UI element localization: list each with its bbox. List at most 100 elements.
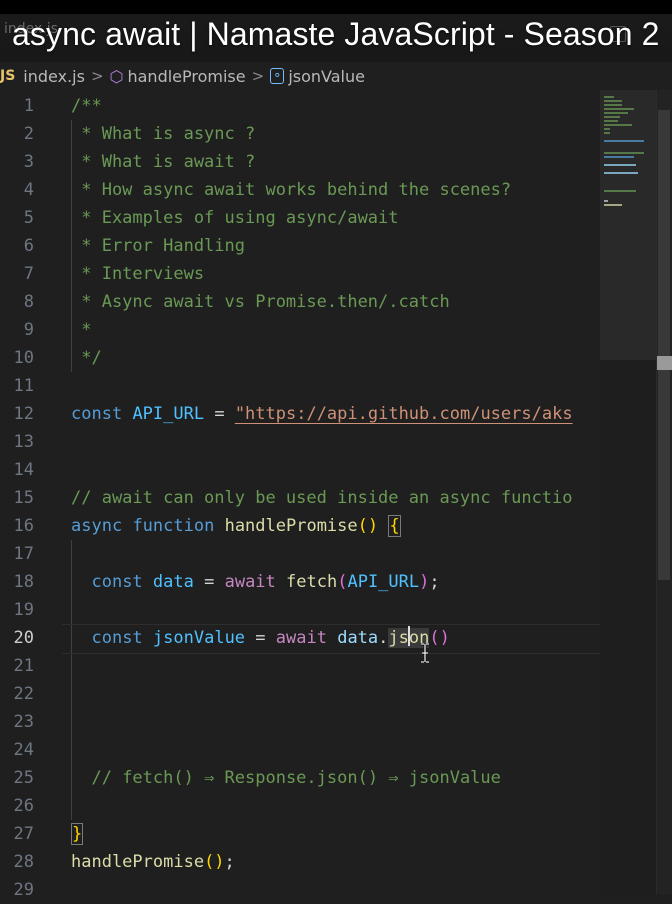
- minimap-line: [604, 200, 608, 202]
- minimap-line: [604, 124, 632, 126]
- line-number: 5: [23, 208, 34, 228]
- string-url: "https://api.github.com/users/aks: [234, 404, 573, 424]
- breadcrumb-symbol[interactable]: jsonValue: [288, 67, 365, 86]
- minimap-line: [604, 204, 622, 206]
- mouse-ibeam-icon: [421, 643, 429, 663]
- line-number: 9: [23, 320, 34, 340]
- breadcrumb-function[interactable]: handlePromise: [127, 67, 245, 86]
- line-number: 10: [13, 348, 34, 368]
- line-number: 26: [13, 796, 34, 816]
- minimap-line: [604, 108, 634, 110]
- line-number: 27: [13, 824, 34, 844]
- operator-assign: =: [204, 404, 235, 424]
- operator-assign: =: [245, 628, 276, 648]
- line-number: 28: [13, 852, 34, 872]
- code-line-12[interactable]: const API_URL = "https://api.github.com/…: [71, 400, 573, 428]
- identifier-json-value: jsonValue: [152, 628, 246, 648]
- close-paren: ): [419, 572, 430, 592]
- line-number: 21: [13, 656, 34, 676]
- code-line-18[interactable]: const data = await fetch(API_URL);: [71, 568, 440, 596]
- identifier-data: data: [152, 572, 194, 592]
- semicolon: ;: [429, 572, 440, 592]
- line-number: 8: [23, 292, 34, 312]
- line-number: 22: [13, 684, 34, 704]
- keyword-const: const: [91, 572, 143, 592]
- breadcrumb: JS index.js > ⬡ handlePromise > ∘ jsonVa…: [0, 62, 672, 90]
- minimap-line: [604, 128, 610, 130]
- paren-pair: (): [357, 516, 379, 536]
- minimap-slider[interactable]: [600, 90, 656, 360]
- line-number: 6: [23, 236, 34, 256]
- code-line-8[interactable]: * Async await vs Promise.then/.catch: [71, 288, 449, 316]
- minimap-line: [604, 156, 634, 158]
- line-number: 14: [13, 460, 34, 480]
- function-call-handle-promise: handlePromise: [71, 852, 205, 872]
- code-line-6[interactable]: * Error Handling: [71, 232, 245, 260]
- line-number: 1: [23, 96, 34, 116]
- code-line-28[interactable]: handlePromise();: [71, 848, 235, 876]
- line-number: 7: [23, 264, 34, 284]
- code-line-10[interactable]: */: [71, 344, 101, 372]
- minimap-line: [604, 190, 636, 192]
- line-number: 3: [23, 152, 34, 172]
- line-number: 2: [23, 124, 34, 144]
- line-number: 17: [13, 544, 34, 564]
- chevron-right-icon: >: [90, 67, 104, 85]
- function-fetch: fetch: [286, 572, 338, 592]
- code-line-27[interactable]: }: [71, 820, 84, 848]
- chevron-right-icon: >: [251, 67, 265, 85]
- line-number: 16: [13, 516, 34, 536]
- code-line-25[interactable]: // fetch() ⇒ Response.json() ⇒ jsonValue: [71, 764, 500, 792]
- line-number: 23: [13, 712, 34, 732]
- minimap-line: [604, 172, 638, 174]
- open-brace: {: [388, 515, 401, 537]
- keyword-function: function: [132, 516, 215, 536]
- keyword-async: async: [71, 516, 123, 536]
- code-line-7[interactable]: * Interviews: [71, 260, 204, 288]
- keyword-await: await: [275, 628, 327, 648]
- code-line-15[interactable]: // await can only be used inside an asyn…: [71, 484, 573, 512]
- line-number: 12: [13, 404, 34, 424]
- code-line-4[interactable]: * How async await works behind the scene…: [71, 176, 511, 204]
- operator-assign: =: [193, 572, 225, 592]
- video-title: async await | Namaste JavaScript - Seaso…: [12, 16, 660, 52]
- line-number: 24: [13, 740, 34, 760]
- line-number: 25: [13, 768, 34, 788]
- minimap-line: [604, 100, 622, 102]
- js-file-icon: JS: [0, 68, 16, 84]
- code-editor[interactable]: 1 2 3 4 5 6 7 8 9 10 11 12 13 14 15 16 17 18 19 20 21 22 23 24 2…: [0, 92, 602, 900]
- line-number: 20: [13, 628, 34, 648]
- code-line-20[interactable]: const jsonValue = await data.json(): [71, 624, 450, 652]
- breadcrumb-file[interactable]: index.js: [23, 67, 85, 86]
- semicolon: ;: [224, 852, 235, 872]
- cube-icon: ⬡: [109, 66, 124, 86]
- minimap-line: [604, 164, 636, 166]
- scrollbar-thumb[interactable]: [658, 110, 670, 580]
- close-brace: }: [71, 823, 84, 845]
- line-number: 11: [13, 376, 34, 396]
- method-json-part-a: js: [388, 628, 409, 648]
- minimap-line: [604, 104, 622, 106]
- line-number: 29: [13, 880, 34, 900]
- minimap-line: [604, 112, 628, 114]
- code-line-1[interactable]: /**: [71, 92, 102, 120]
- title-bar: index.js async await | Namaste JavaScrip…: [0, 0, 672, 62]
- minimap-line: [604, 132, 610, 134]
- line-number: 15: [13, 488, 34, 508]
- line-number: 13: [13, 432, 34, 452]
- identifier-api-url: API_URL: [347, 572, 420, 592]
- code-line-16[interactable]: async function handlePromise() {: [71, 512, 401, 540]
- keyword-const: const: [91, 628, 143, 648]
- code-line-5[interactable]: * Examples of using async/await: [71, 204, 398, 232]
- code-line-2[interactable]: * What is async ?: [71, 120, 255, 148]
- line-number: 18: [13, 572, 34, 592]
- keyword-const: const: [71, 404, 123, 424]
- minimap-line: [604, 152, 644, 154]
- code-line-3[interactable]: * What is await ?: [71, 148, 255, 176]
- code-line-9[interactable]: *: [71, 316, 91, 344]
- function-name: handlePromise: [224, 516, 358, 536]
- dot-operator: .: [378, 628, 389, 648]
- minimap-line: [604, 120, 618, 122]
- keyword-await: await: [224, 572, 276, 592]
- line-number: 19: [13, 600, 34, 620]
